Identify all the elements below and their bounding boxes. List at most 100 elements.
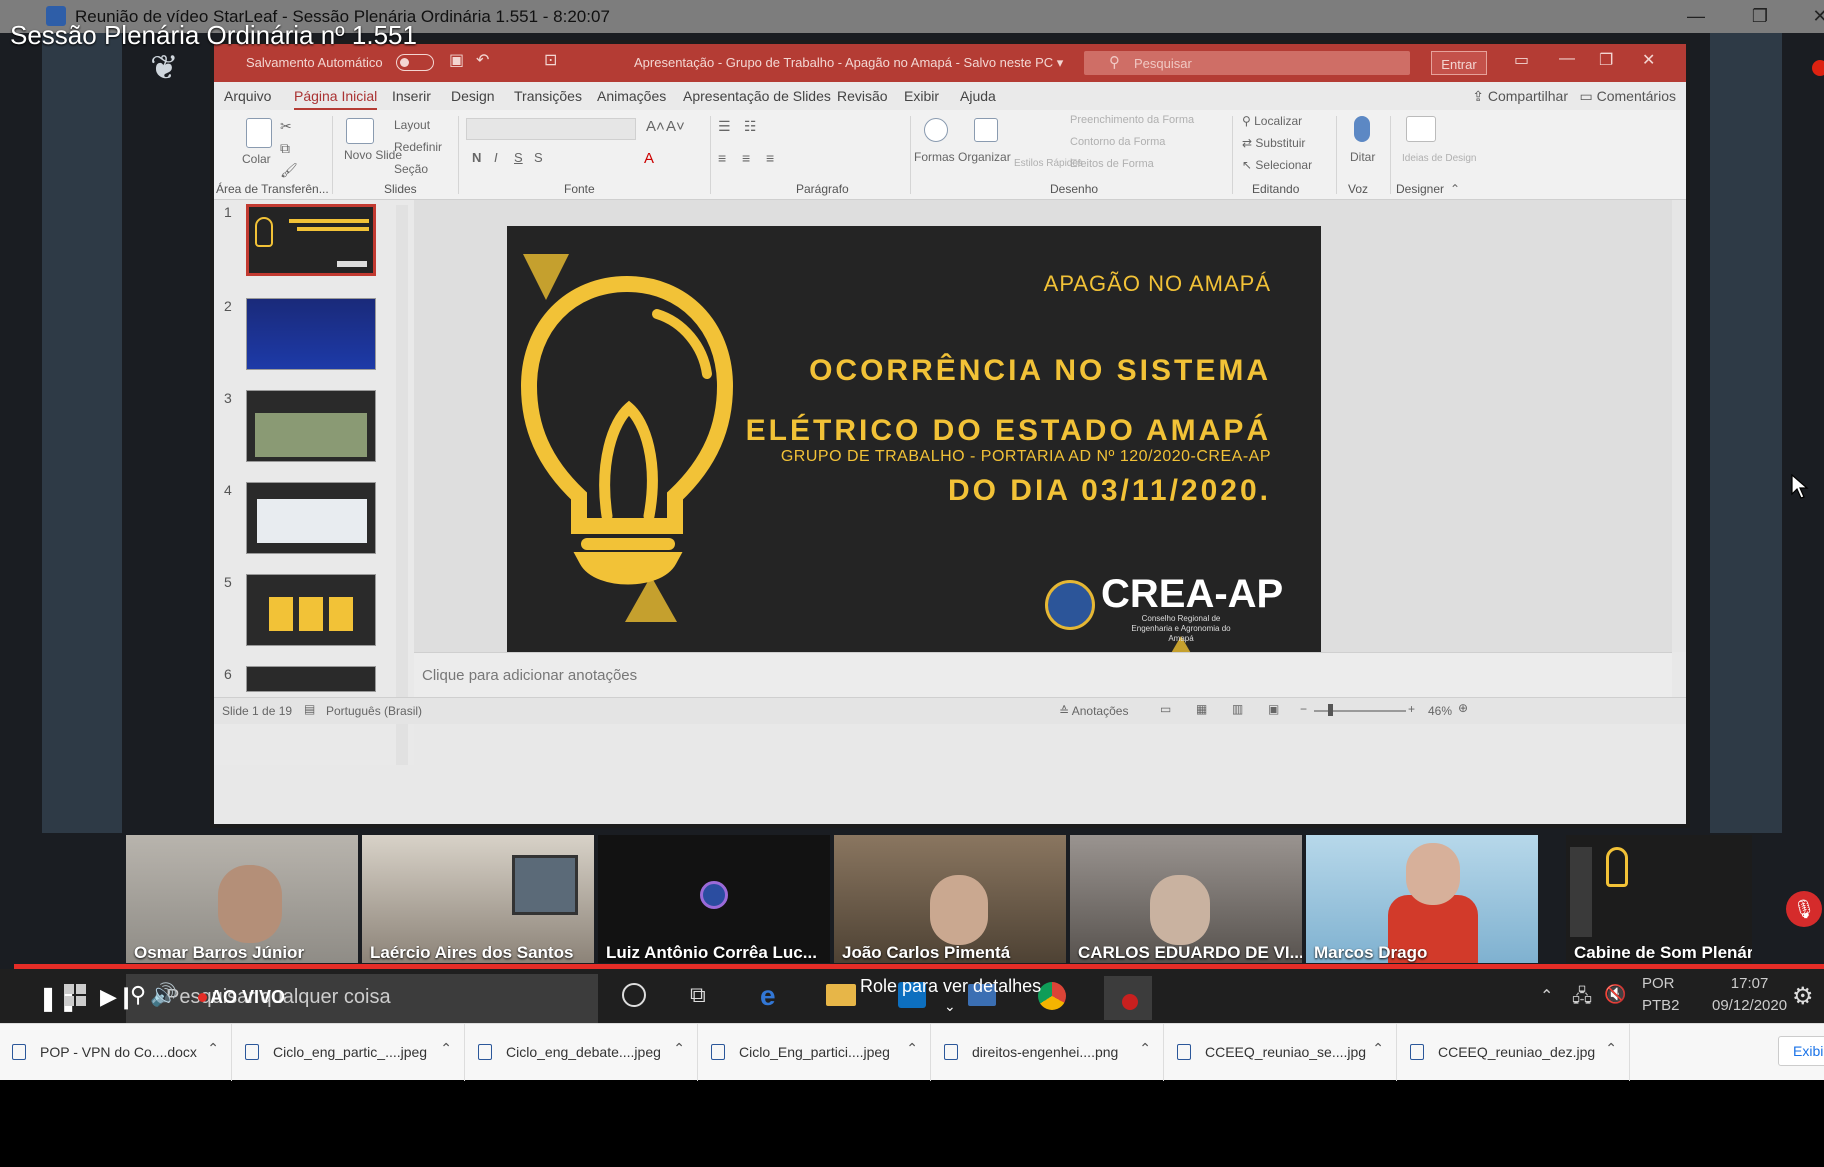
- restore-icon[interactable]: ❐: [1740, 4, 1780, 28]
- ribbon-display-icon[interactable]: ▭: [1514, 50, 1529, 70]
- format-painter-icon[interactable]: 🖌: [280, 162, 298, 179]
- comments-button[interactable]: ▭ Comentários: [1580, 88, 1677, 105]
- slideshow-view-icon[interactable]: ▣: [1268, 702, 1279, 716]
- windows-start-icon[interactable]: [64, 984, 86, 1006]
- new-slide-icon[interactable]: [346, 118, 374, 144]
- thumbnail-slide-5[interactable]: [246, 574, 376, 646]
- keyboard-language[interactable]: POR PTB2: [1642, 973, 1680, 1017]
- download-item[interactable]: CCEEQ_reuniao_dez.jpg ⌃: [1398, 1024, 1630, 1081]
- dictate-button[interactable]: Ditar: [1350, 150, 1375, 164]
- shrink-font-icon[interactable]: A˅: [666, 118, 685, 135]
- download-menu-icon[interactable]: ⌃: [1139, 1040, 1151, 1057]
- participant-tile[interactable]: Cabine de Som Plenário: [1566, 835, 1752, 963]
- spellcheck-icon[interactable]: ▤: [304, 702, 315, 716]
- tab-revisao[interactable]: Revisão: [837, 88, 888, 104]
- ppt-minimize-icon[interactable]: —: [1559, 50, 1575, 68]
- speaker-muted-icon[interactable]: 🔇: [1604, 984, 1626, 1005]
- select-button[interactable]: ↖ Selecionar: [1242, 158, 1312, 172]
- sign-in-button[interactable]: Entrar: [1431, 51, 1487, 75]
- volume-icon[interactable]: 🔊: [150, 982, 177, 1008]
- align-right-icon[interactable]: ≡: [766, 150, 774, 166]
- cortana-icon[interactable]: [622, 983, 646, 1007]
- participant-tile[interactable]: Laércio Aires dos Santos: [362, 835, 594, 963]
- download-menu-icon[interactable]: ⌃: [673, 1040, 685, 1057]
- thumbnail-slide-3[interactable]: [246, 390, 376, 462]
- shape-effects-button[interactable]: Efeitos de Forma: [1070, 158, 1154, 170]
- grow-font-icon[interactable]: A˄: [646, 118, 665, 135]
- replace-button[interactable]: ⇄ Substituir: [1242, 136, 1305, 150]
- chevron-up-icon[interactable]: ⌃: [1540, 986, 1553, 1006]
- notes-pane[interactable]: Clique para adicionar anotações: [414, 652, 1672, 697]
- tab-ajuda[interactable]: Ajuda: [960, 88, 996, 104]
- task-view-icon[interactable]: ⧉: [690, 982, 706, 1008]
- thumbnails-scrollbar[interactable]: [396, 205, 408, 765]
- settings-gear-icon[interactable]: ⚙: [1792, 982, 1814, 1011]
- arrange-button[interactable]: Organizar: [958, 150, 1011, 164]
- numbering-icon[interactable]: ☷: [744, 118, 757, 135]
- design-ideas-icon[interactable]: [1406, 116, 1436, 142]
- download-menu-icon[interactable]: ⌃: [1372, 1040, 1384, 1057]
- notes-toggle[interactable]: ≙ Anotações: [1059, 704, 1128, 718]
- participant-tile[interactable]: CARLOS EDUARDO DE VI...: [1070, 835, 1302, 963]
- ppt-close-icon[interactable]: ✕: [1642, 50, 1655, 70]
- tab-animacoes[interactable]: Animações: [597, 88, 666, 104]
- edge-icon[interactable]: e: [760, 980, 776, 1012]
- thumbnail-slide-1[interactable]: [246, 204, 376, 276]
- section-button[interactable]: Seção: [394, 162, 428, 176]
- language-status[interactable]: Português (Brasil): [326, 704, 422, 718]
- layout-button[interactable]: Layout: [394, 118, 430, 132]
- ppt-search-input[interactable]: Pesquisar: [1084, 51, 1410, 75]
- shadow-button[interactable]: S: [534, 150, 543, 165]
- download-item[interactable]: Ciclo_Eng_partici....jpeg ⌃: [699, 1024, 931, 1081]
- reset-button[interactable]: Redefinir: [394, 140, 442, 154]
- cut-icon[interactable]: ✂: [280, 118, 292, 135]
- shape-fill-button[interactable]: Preenchimento da Forma: [1070, 114, 1194, 126]
- collapse-ribbon-icon[interactable]: ⌃: [1450, 182, 1460, 196]
- new-slide-button[interactable]: Novo Slide: [344, 148, 402, 162]
- zoom-slider-thumb[interactable]: [1328, 704, 1333, 716]
- tab-design[interactable]: Design: [451, 88, 495, 104]
- font-color-icon[interactable]: A: [644, 150, 654, 167]
- mute-mic-icon[interactable]: 🎙: [1786, 891, 1822, 927]
- normal-view-icon[interactable]: ▭: [1160, 702, 1171, 716]
- tab-exibir[interactable]: Exibir: [904, 88, 939, 104]
- design-ideas-button[interactable]: Ideias de Design: [1402, 152, 1477, 165]
- search-icon[interactable]: ⚲: [130, 982, 146, 1008]
- download-item[interactable]: direitos-engenhei....png ⌃: [932, 1024, 1164, 1081]
- tab-transicoes[interactable]: Transições: [514, 88, 582, 104]
- chevron-down-icon[interactable]: ⌄: [944, 998, 956, 1015]
- zoom-in-icon[interactable]: +: [1408, 702, 1415, 716]
- taskbar-search[interactable]: Pesquisar qualquer coisa: [126, 974, 598, 1024]
- participant-tile[interactable]: João Carlos Pimentá: [834, 835, 1066, 963]
- undo-icon[interactable]: ↶: [476, 50, 489, 70]
- shape-outline-button[interactable]: Contorno da Forma: [1070, 136, 1165, 148]
- italic-button[interactable]: I: [494, 150, 498, 165]
- quick-styles-button[interactable]: Estilos Rápidos: [1014, 158, 1083, 170]
- zoom-out-icon[interactable]: −: [1300, 702, 1307, 716]
- microphone-icon[interactable]: [1354, 116, 1370, 142]
- close-icon[interactable]: ✕: [1800, 4, 1824, 28]
- share-button[interactable]: ⇪ Compartilhar: [1472, 88, 1568, 105]
- reading-view-icon[interactable]: ▥: [1232, 702, 1243, 716]
- tab-inserir[interactable]: Inserir: [392, 88, 431, 104]
- download-item[interactable]: Ciclo_eng_debate....jpeg ⌃: [466, 1024, 698, 1081]
- download-item[interactable]: Ciclo_eng_partic_....jpeg ⌃: [233, 1024, 465, 1081]
- ppt-restore-icon[interactable]: ❐: [1599, 50, 1613, 70]
- zoom-level[interactable]: 46%: [1428, 704, 1452, 718]
- download-menu-icon[interactable]: ⌃: [1605, 1040, 1617, 1057]
- sorter-view-icon[interactable]: ▦: [1196, 702, 1207, 716]
- current-slide[interactable]: APAGÃO NO AMAPÁ OCORRÊNCIA NO SISTEMA EL…: [507, 226, 1321, 682]
- tab-arquivo[interactable]: Arquivo: [224, 88, 271, 104]
- find-button[interactable]: ⚲ Localizar: [1242, 114, 1302, 128]
- present-icon[interactable]: ⊡: [544, 50, 557, 70]
- arrange-icon[interactable]: [974, 118, 998, 142]
- paste-icon[interactable]: [246, 118, 272, 148]
- align-center-icon[interactable]: ≡: [742, 150, 750, 166]
- save-icon[interactable]: ▣: [449, 50, 464, 70]
- thumbnail-slide-2[interactable]: [246, 298, 376, 370]
- font-name-box[interactable]: [466, 118, 636, 140]
- thumbnail-slide-4[interactable]: [246, 482, 376, 554]
- tab-pagina-inicial[interactable]: Página Inicial: [294, 88, 378, 110]
- thumbnail-slide-6[interactable]: [246, 666, 376, 692]
- shapes-icon[interactable]: [924, 118, 948, 142]
